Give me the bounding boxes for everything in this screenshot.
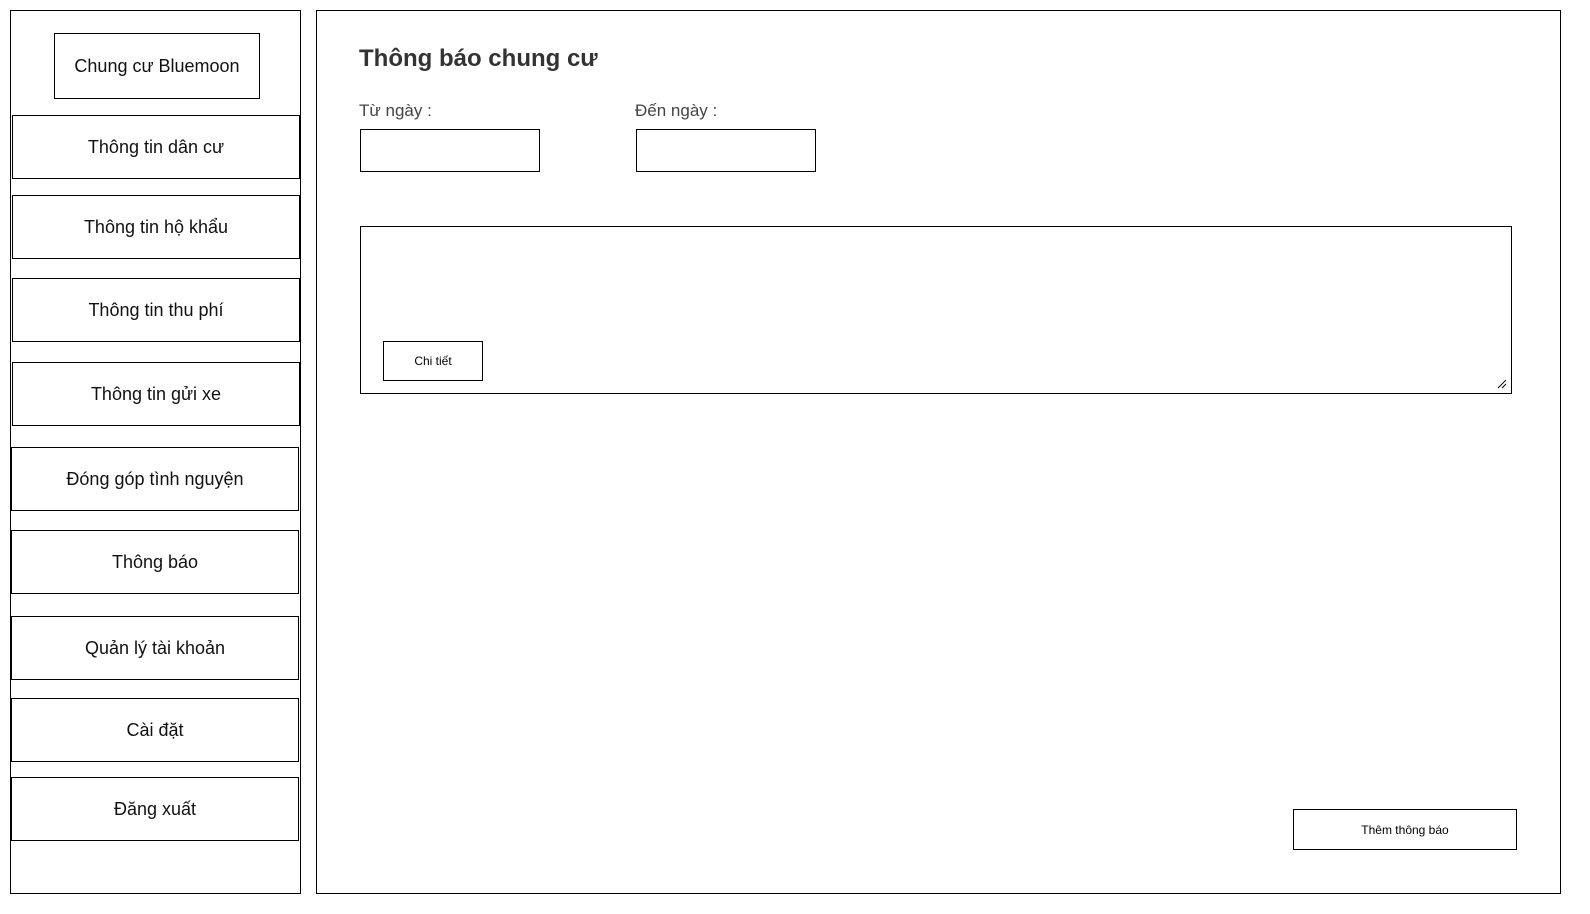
sidebar-item-volunteer-contribution[interactable]: Đóng góp tình nguyện bbox=[11, 447, 299, 511]
sidebar: Chung cư Bluemoon Thông tin dân cư Thông… bbox=[10, 10, 301, 894]
add-notice-button[interactable]: Thêm thông báo bbox=[1293, 809, 1517, 850]
brand-title: Chung cư Bluemoon bbox=[54, 33, 260, 99]
resize-handle-icon[interactable] bbox=[1497, 379, 1507, 389]
page-title: Thông báo chung cư bbox=[359, 45, 598, 72]
main-panel: Thông báo chung cư Từ ngày : Đến ngày : … bbox=[316, 10, 1561, 894]
sidebar-item-parking-info[interactable]: Thông tin gửi xe bbox=[12, 362, 300, 426]
sidebar-item-notifications[interactable]: Thông báo bbox=[11, 530, 299, 594]
sidebar-item-resident-info[interactable]: Thông tin dân cư bbox=[12, 115, 300, 179]
sidebar-item-label: Thông tin thu phí bbox=[88, 299, 224, 320]
sidebar-item-label: Cài đặt bbox=[126, 719, 184, 740]
sidebar-item-label: Thông tin hộ khẩu bbox=[83, 216, 229, 237]
sidebar-item-label: Thông tin dân cư bbox=[87, 136, 225, 157]
sidebar-item-label: Thông báo bbox=[111, 551, 199, 572]
from-date-input[interactable] bbox=[360, 129, 540, 172]
sidebar-item-label: Quản lý tài khoản bbox=[84, 637, 226, 658]
sidebar-item-account-management[interactable]: Quản lý tài khoản bbox=[11, 616, 299, 680]
sidebar-item-household-info[interactable]: Thông tin hộ khẩu bbox=[12, 195, 300, 259]
sidebar-item-fee-info[interactable]: Thông tin thu phí bbox=[12, 278, 300, 342]
sidebar-item-label: Đóng góp tình nguyện bbox=[66, 468, 244, 489]
to-date-input[interactable] bbox=[636, 129, 816, 172]
sidebar-item-logout[interactable]: Đăng xuất bbox=[11, 777, 299, 841]
sidebar-item-settings[interactable]: Cài đặt bbox=[11, 698, 299, 762]
sidebar-item-label: Thông tin gửi xe bbox=[90, 383, 222, 404]
details-button[interactable]: Chi tiết bbox=[383, 341, 483, 381]
sidebar-item-label: Đăng xuất bbox=[113, 798, 197, 819]
notice-item: Chi tiết bbox=[360, 226, 1512, 394]
to-date-label: Đến ngày : bbox=[635, 101, 718, 120]
from-date-label: Từ ngày : bbox=[359, 101, 432, 120]
